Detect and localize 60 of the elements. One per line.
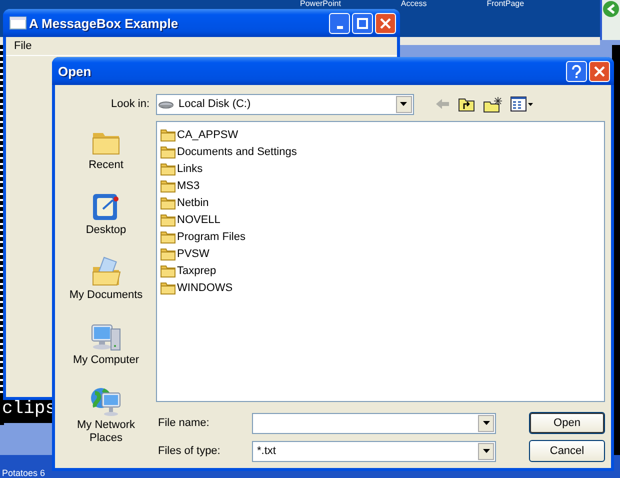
folder-icon — [160, 228, 176, 244]
folder-icon — [160, 126, 176, 142]
places-bar-item[interactable]: My Documents — [63, 251, 149, 316]
folder-icon — [160, 194, 176, 210]
background-label: FrontPage — [486, 0, 524, 8]
folder-name[interactable]: Links — [177, 162, 203, 174]
cancel-button[interactable]: Cancel — [529, 440, 605, 462]
places-bar-item[interactable]: Desktop — [63, 186, 149, 251]
window-title: A MessageBox Example — [29, 16, 180, 30]
window-icon — [9, 15, 27, 31]
back-circle-icon — [602, 0, 620, 18]
folder-name[interactable]: MS3 — [177, 180, 200, 192]
back-arrow-icon — [434, 96, 450, 112]
close-button[interactable] — [375, 12, 396, 34]
open-button[interactable]: Open — [529, 412, 605, 434]
folder-icon — [160, 178, 176, 194]
close-icon — [380, 18, 391, 28]
folder-icon — [160, 280, 176, 296]
folder-name[interactable]: CA_APPSW — [177, 128, 238, 140]
file-name-label: File name: — [158, 417, 210, 429]
folder-icon — [160, 160, 176, 176]
folder-name[interactable]: Taxprep — [177, 264, 216, 276]
folder-name[interactable]: NOVELL — [177, 214, 220, 226]
maximize-button[interactable] — [352, 12, 373, 34]
network-computer-icon — [89, 385, 123, 419]
folder-name[interactable]: WINDOWS — [177, 282, 233, 294]
look-in-label: Look in: — [111, 98, 150, 110]
minimize-icon — [336, 26, 342, 29]
caret-icon — [482, 420, 490, 426]
places-bar-item[interactable]: My Network Places — [63, 381, 149, 446]
places-bar-item[interactable]: Recent — [63, 121, 149, 186]
caret-icon — [399, 101, 408, 107]
folder-icon — [160, 212, 176, 228]
taskbar-label: Potatoes 6 — [1, 469, 46, 478]
folder-name[interactable]: Netbin — [177, 196, 209, 208]
up-folder-icon — [458, 96, 475, 112]
help-icon — [572, 64, 581, 78]
folder-name[interactable]: Program Files — [177, 230, 246, 242]
help-button[interactable] — [566, 60, 587, 82]
folder-icon — [160, 262, 176, 278]
close-button[interactable] — [589, 60, 610, 82]
new-folder-icon — [482, 96, 502, 112]
dialog-title: Open — [58, 64, 92, 78]
dropdown-value: Local Disk (C:) — [178, 98, 252, 110]
close-icon — [594, 66, 605, 76]
file-type-label: Files of type: — [158, 445, 222, 457]
background-label: Access — [400, 0, 427, 8]
folder-icon — [160, 144, 176, 160]
maximize-icon — [357, 18, 368, 28]
minimize-button[interactable] — [329, 12, 350, 34]
folder-name[interactable]: Documents and Settings — [177, 146, 297, 158]
view-menu-icon — [510, 96, 533, 112]
background-label: PowerPoint — [300, 0, 341, 8]
file-type-dropdown[interactable]: *.txt — [252, 440, 496, 462]
look-in-dropdown[interactable]: Local Disk (C:) — [156, 94, 414, 114]
folder-icon — [160, 246, 176, 262]
menu-item[interactable]: File — [12, 40, 34, 52]
folder-name[interactable]: PVSW — [177, 248, 210, 260]
file-name-field[interactable] — [252, 412, 496, 434]
places-bar-item[interactable]: My Computer — [63, 316, 149, 381]
